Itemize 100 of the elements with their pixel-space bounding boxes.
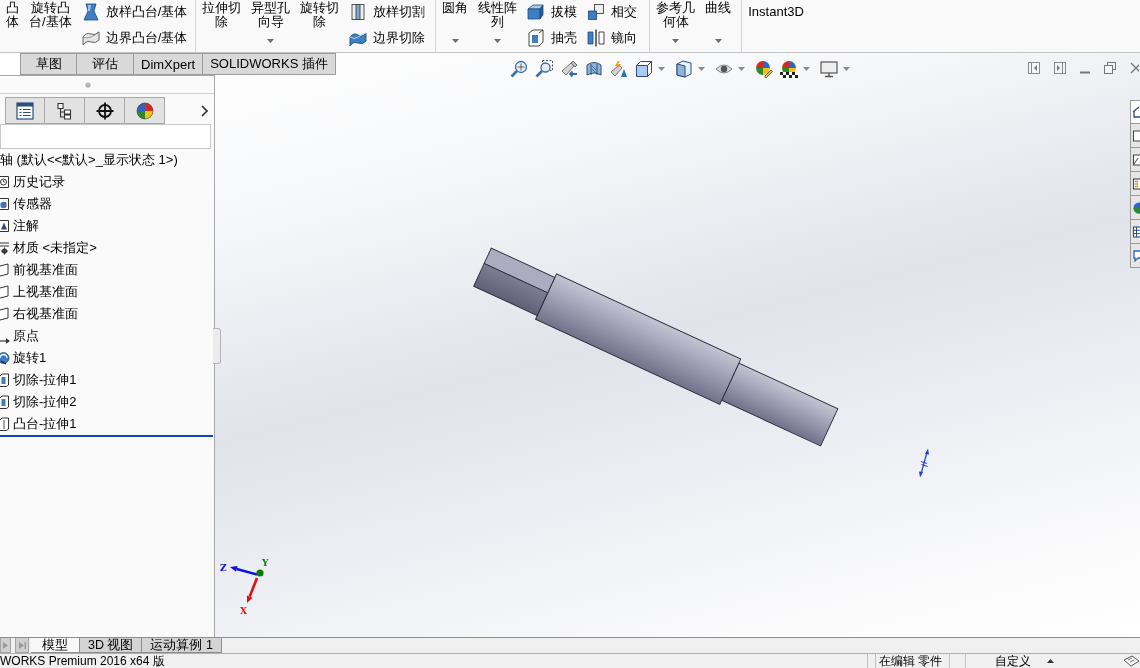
- tree-item[interactable]: 旋转1: [0, 347, 47, 369]
- axis-label: Z: [220, 563, 227, 573]
- ribbon-button[interactable]: 曲线: [705, 0, 732, 49]
- status-text: 在编辑 零件: [878, 654, 944, 668]
- ball-checker-icon[interactable]: [780, 60, 798, 78]
- caret-up-icon[interactable]: [1047, 659, 1054, 663]
- caret-down-icon[interactable]: [738, 67, 745, 71]
- tree-item[interactable]: 前视基准面: [0, 259, 78, 281]
- tree-item[interactable]: 上视基准面: [0, 281, 78, 303]
- task-pane-tab[interactable]: [1130, 124, 1140, 148]
- units-menu[interactable]: 自定义: [995, 654, 1031, 668]
- picture-icon: [1132, 153, 1140, 166]
- caret-down-icon[interactable]: [698, 67, 705, 71]
- page-icon: [1132, 129, 1140, 142]
- cut-cylinder-icon[interactable]: [585, 60, 603, 78]
- globe-icon: [1132, 201, 1140, 214]
- ribbon-button[interactable]: 放样切割: [349, 1, 426, 23]
- caret-down-icon[interactable]: [494, 39, 502, 43]
- tree-item[interactable]: 切除-拉伸2: [0, 391, 77, 413]
- zoom-area-icon[interactable]: [535, 60, 553, 78]
- mirror-icon: [587, 29, 606, 47]
- task-pane-tab[interactable]: [1130, 172, 1140, 196]
- hollow-box-icon: [527, 29, 546, 47]
- tree-item[interactable]: 历史记录: [0, 171, 65, 193]
- wedge-block-icon: [527, 3, 546, 21]
- task-pane-tab[interactable]: [1130, 244, 1140, 268]
- caret-down-icon[interactable]: [714, 39, 722, 43]
- tree-item[interactable]: 轴 (默认<<默认>_显示状态 1>): [0, 149, 178, 171]
- curved-block-icon: [81, 29, 100, 47]
- shaded-cube-icon[interactable]: [675, 60, 693, 78]
- telescope-lightning-icon[interactable]: [610, 60, 628, 78]
- tree-item[interactable]: 凸台-拉伸1: [0, 413, 77, 435]
- command-tab[interactable]: 草图: [20, 53, 77, 75]
- command-tab[interactable]: SOLIDWORKS 插件: [203, 53, 336, 75]
- filter-field[interactable]: [0, 124, 211, 149]
- tree-item[interactable]: 传感器: [0, 193, 52, 215]
- grid-icon: [1132, 177, 1140, 190]
- ribbon-button[interactable]: 边界凸台/基体: [81, 27, 188, 49]
- ribbon-button[interactable]: 镜向: [587, 27, 638, 49]
- funnel-icon: [81, 3, 100, 21]
- zoom-fit-icon[interactable]: [510, 60, 528, 78]
- ribbon-button[interactable]: 参考几 何体: [656, 0, 696, 49]
- ribbon-button[interactable]: 凸 体: [6, 0, 19, 49]
- skip-end-icon: [18, 641, 26, 649]
- status-text: WORKS Premium 2016 x64 版: [0, 654, 166, 668]
- ribbon-button[interactable]: 相交: [587, 1, 638, 23]
- panel-tab[interactable]: [5, 97, 45, 124]
- command-tab[interactable]: 评估: [77, 53, 134, 75]
- task-pane-tab[interactable]: [1130, 196, 1140, 220]
- panel-tab[interactable]: [85, 97, 125, 124]
- task-pane-tab[interactable]: [1130, 148, 1140, 172]
- panel-right-icon[interactable]: [1054, 62, 1066, 74]
- caret-down-icon[interactable]: [672, 39, 680, 43]
- tree-item[interactable]: 材质 <未指定>: [0, 237, 97, 259]
- ribbon-button[interactable]: 圆角: [442, 0, 469, 49]
- speech-bubble-icon: [1132, 249, 1140, 262]
- ribbon-button[interactable]: 线性阵 列: [478, 0, 518, 49]
- caret-down-icon[interactable]: [451, 39, 459, 43]
- monitor-icon[interactable]: [820, 60, 838, 78]
- tree-item[interactable]: 右视基准面: [0, 303, 78, 325]
- caret-down-icon[interactable]: [267, 39, 275, 43]
- panel-left-icon[interactable]: [1028, 62, 1040, 74]
- task-pane-tab[interactable]: [1130, 220, 1140, 244]
- caret-down-icon[interactable]: [803, 67, 810, 71]
- ribbon-button[interactable]: 抽壳: [527, 27, 578, 49]
- caret-down-icon[interactable]: [843, 67, 850, 71]
- ribbon-button[interactable]: 旋转切 除: [300, 0, 340, 49]
- tilted-card-icon[interactable]: [1122, 655, 1140, 667]
- document-tab[interactable]: 3D 视图: [80, 638, 143, 653]
- double-arrow-icon: [918, 448, 930, 478]
- crosshair-icon: [95, 101, 114, 120]
- task-pane-tab[interactable]: [1130, 100, 1140, 124]
- cube-icon[interactable]: [635, 60, 653, 78]
- close-icon[interactable]: [1130, 62, 1139, 74]
- panel-tab[interactable]: [45, 97, 85, 124]
- document-tab[interactable]: 模型: [31, 638, 80, 653]
- ball-pencil-icon[interactable]: [755, 60, 773, 78]
- restore-icon[interactable]: [1104, 62, 1116, 74]
- command-tab[interactable]: DimXpert: [134, 53, 204, 75]
- ribbon-button[interactable]: 旋转凸 台/基体: [29, 0, 72, 49]
- grip-icon[interactable]: [85, 81, 91, 88]
- axis-label: Y: [262, 558, 269, 568]
- telescope-arrow-icon[interactable]: [560, 60, 578, 78]
- wave-block-icon: [349, 29, 368, 47]
- arrow-icon: [0, 338, 10, 344]
- stacked-cubes-icon: [587, 3, 606, 21]
- document-tab[interactable]: 运动算例 1: [142, 638, 222, 653]
- tree-item[interactable]: 注解: [0, 215, 39, 237]
- caret-down-icon[interactable]: [658, 67, 665, 71]
- ribbon-button[interactable]: 拔模: [527, 1, 578, 23]
- ribbon-button[interactable]: 异型孔 向导: [251, 0, 291, 49]
- ribbon-button[interactable]: Instant3D: [748, 0, 804, 49]
- tree-item[interactable]: 原点: [0, 325, 39, 347]
- chevron-right-icon[interactable]: [201, 104, 208, 117]
- tree-item[interactable]: 切除-拉伸1: [0, 369, 77, 391]
- ribbon-button[interactable]: 拉伸切 除: [202, 0, 242, 49]
- splitter-handle[interactable]: [213, 328, 221, 364]
- ribbon-button[interactable]: 放样凸台/基体: [81, 1, 188, 23]
- pillar-block-icon: [349, 3, 368, 21]
- ribbon-button[interactable]: 边界切除: [349, 27, 426, 49]
